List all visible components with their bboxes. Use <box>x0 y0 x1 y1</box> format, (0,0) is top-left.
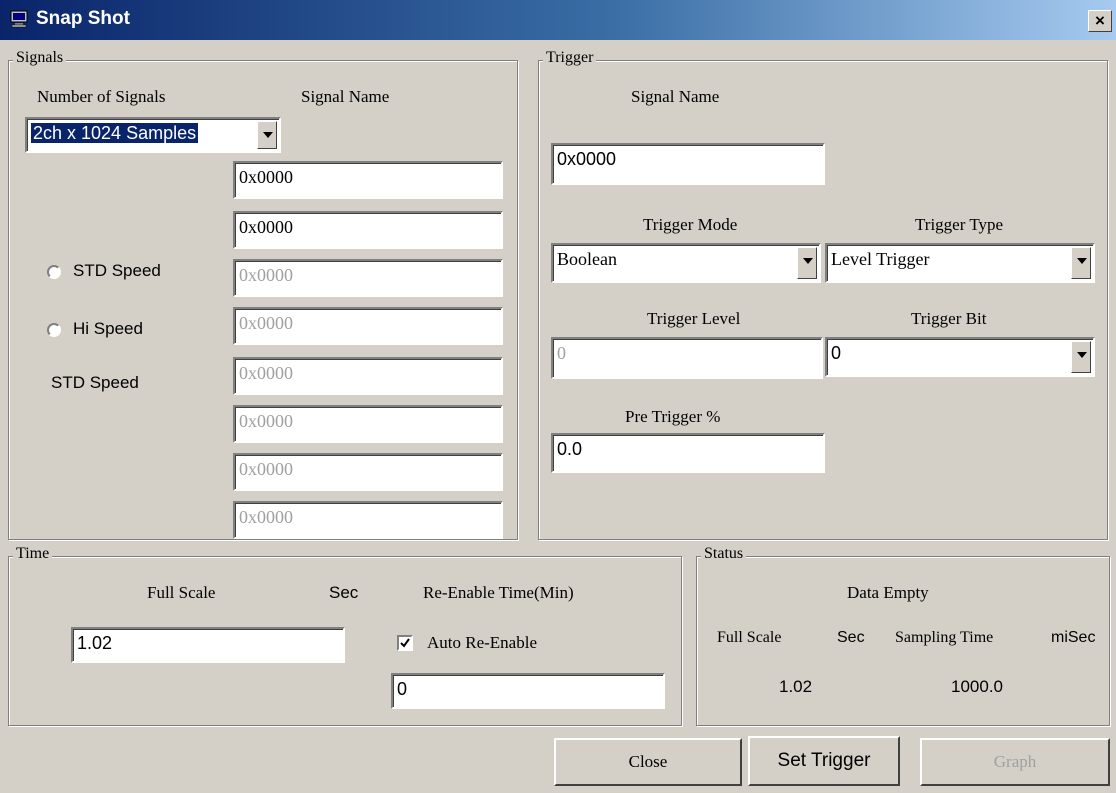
number-of-signals-label: Number of Signals <box>37 87 166 106</box>
signal-name-field: 0x0000 <box>233 307 503 345</box>
sampling-time-value: 1000.0 <box>951 677 1003 696</box>
trigger-level-label: Trigger Level <box>647 309 741 328</box>
trigger-legend: Trigger <box>543 49 597 67</box>
trigger-level-field: 0 <box>551 337 823 379</box>
status-state-text: Data Empty <box>847 583 929 602</box>
close-button[interactable]: Close <box>554 738 742 786</box>
status-group: Status Data Empty Full Scale Sec Samplin… <box>696 545 1110 726</box>
trigger-signal-name-label: Signal Name <box>631 87 720 106</box>
chevron-down-icon[interactable] <box>1071 247 1091 279</box>
std-speed-radio[interactable] <box>47 265 61 279</box>
signal-name-field: 0x0000 <box>233 501 503 539</box>
signal-name-field: 0x0000 <box>233 453 503 491</box>
signals-group: Signals Number of Signals Signal Name 2c… <box>8 49 518 540</box>
status-legend: Status <box>701 545 747 563</box>
trigger-mode-select[interactable]: Boolean <box>551 243 821 283</box>
monitor-icon <box>10 10 28 28</box>
status-sec-label: Sec <box>837 629 865 646</box>
time-legend: Time <box>13 545 53 563</box>
signal-name-label: Signal Name <box>301 87 390 106</box>
trigger-type-value: Level Trigger <box>831 249 930 269</box>
reenable-time-label: Re-Enable Time(Min) <box>423 583 574 602</box>
chevron-down-icon[interactable] <box>797 247 817 279</box>
sampling-time-label: Sampling Time <box>895 629 994 646</box>
close-icon[interactable]: × <box>1088 10 1112 32</box>
number-of-signals-value: 2ch x 1024 Samples <box>31 123 199 143</box>
trigger-mode-value: Boolean <box>557 249 617 269</box>
pre-trigger-field[interactable]: 0.0 <box>551 433 825 473</box>
trigger-type-label: Trigger Type <box>915 215 1004 234</box>
time-full-scale-label: Full Scale <box>147 583 216 602</box>
trigger-type-select[interactable]: Level Trigger <box>825 243 1095 283</box>
signal-name-field: 0x0000 <box>233 357 503 395</box>
signal-name-field[interactable]: 0x0000 <box>233 161 503 199</box>
trigger-mode-label: Trigger Mode <box>643 215 738 234</box>
chevron-down-icon[interactable] <box>257 121 277 149</box>
trigger-group: Trigger Signal Name 0x0000 Trigger Mode … <box>538 49 1108 540</box>
auto-reenable-label[interactable]: Auto Re-Enable <box>427 633 537 653</box>
signal-name-field: 0x0000 <box>233 405 503 443</box>
signal-name-field: 0x0000 <box>233 259 503 297</box>
status-full-scale-label: Full Scale <box>717 629 782 646</box>
number-of-signals-select[interactable]: 2ch x 1024 Samples <box>25 117 281 153</box>
speed-status-text: STD Speed <box>51 373 139 392</box>
checkmark-icon <box>400 638 410 648</box>
hi-speed-label[interactable]: Hi Speed <box>73 319 143 339</box>
time-sec-label: Sec <box>329 583 359 602</box>
title-bar[interactable]: Snap Shot × <box>0 0 1116 40</box>
signal-name-field[interactable]: 0x0000 <box>233 211 503 249</box>
chevron-down-icon[interactable] <box>1071 341 1091 373</box>
trigger-bit-value: 0 <box>831 343 842 363</box>
status-full-scale-value: 1.02 <box>779 677 813 696</box>
trigger-bit-select[interactable]: 0 <box>825 337 1095 377</box>
trigger-signal-name-field[interactable]: 0x0000 <box>551 143 825 185</box>
full-scale-field[interactable]: 1.02 <box>71 627 345 663</box>
hi-speed-radio[interactable] <box>47 323 61 337</box>
graph-button: Graph <box>920 738 1110 786</box>
auto-reenable-checkbox[interactable] <box>397 635 413 651</box>
pre-trigger-label: Pre Trigger % <box>625 407 721 426</box>
trigger-bit-label: Trigger Bit <box>911 309 987 328</box>
reenable-time-field[interactable]: 0 <box>391 673 665 709</box>
set-trigger-button[interactable]: Set Trigger <box>748 736 900 786</box>
misec-label: miSec <box>1051 629 1096 646</box>
time-group: Time Full Scale Sec Re-Enable Time(Min) … <box>8 545 682 726</box>
std-speed-label[interactable]: STD Speed <box>73 261 161 281</box>
snap-shot-dialog: Snap Shot × Signals Number of Signals Si… <box>0 0 1116 793</box>
window-title: Snap Shot <box>36 8 130 29</box>
signals-legend: Signals <box>13 49 67 67</box>
